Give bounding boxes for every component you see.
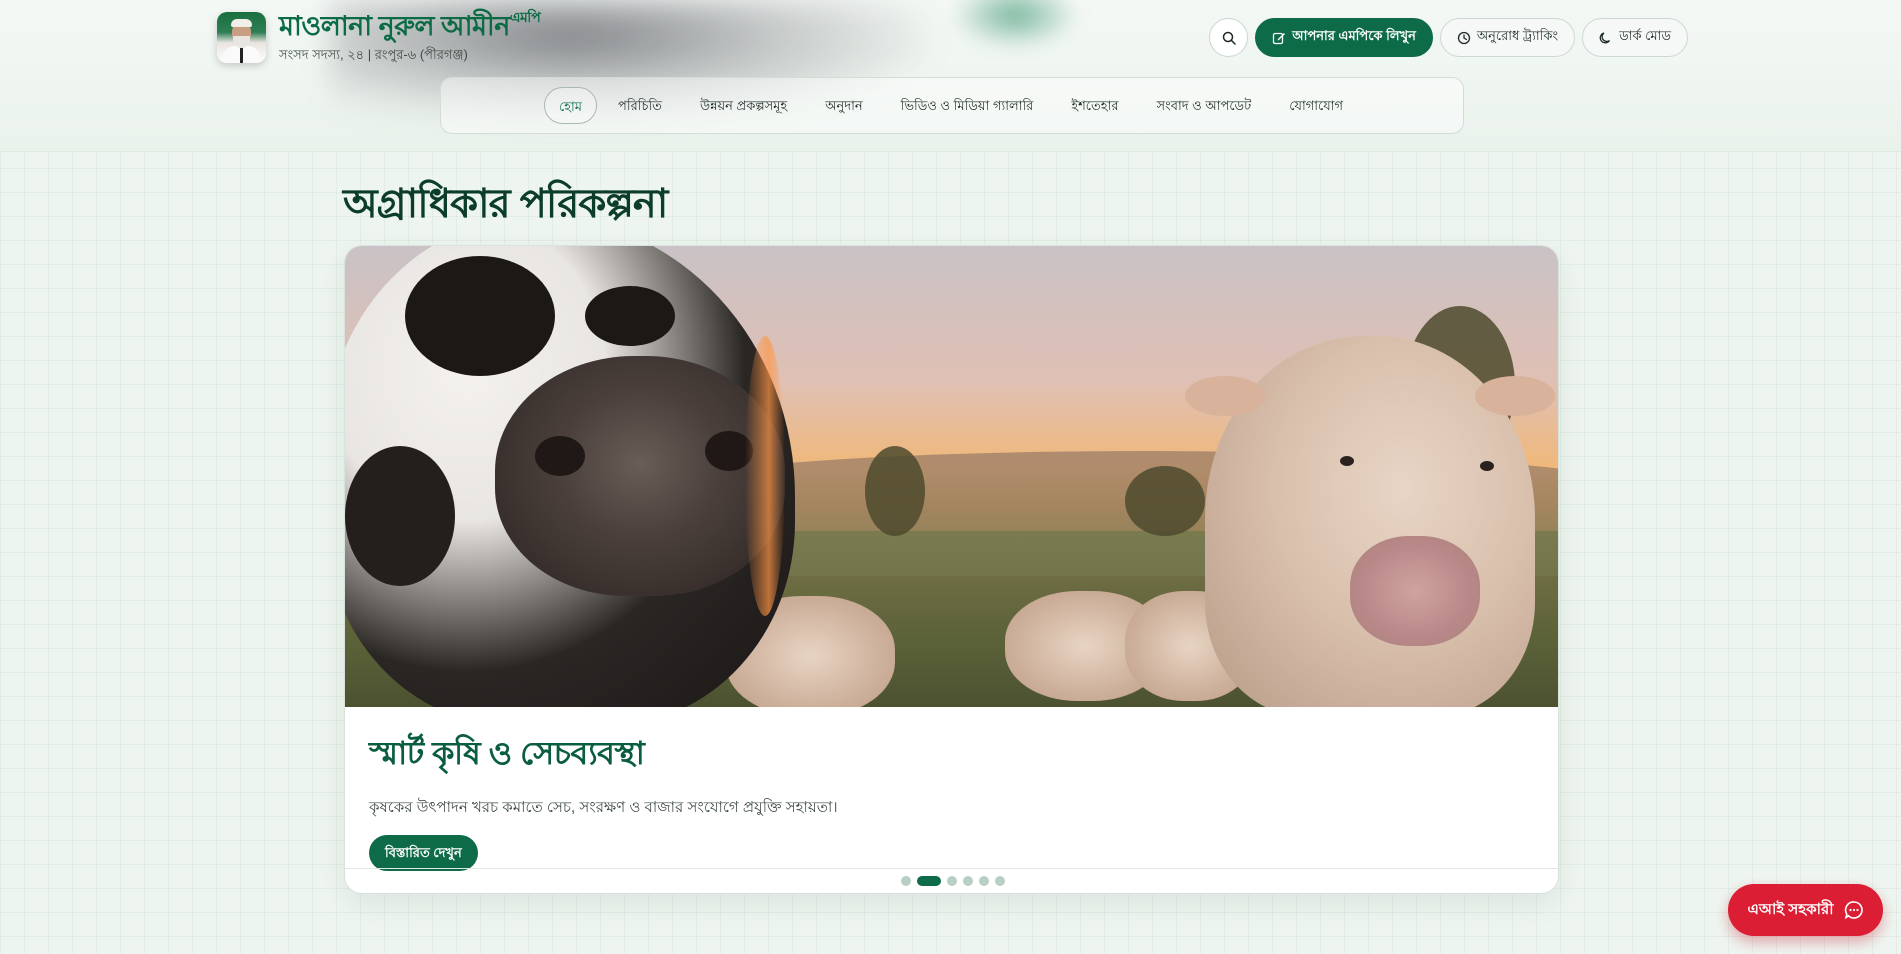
carousel-dot-active[interactable] — [916, 876, 941, 886]
slide-description: কৃষকের উৎপাদন খরচ কমাতে সেচ, সংরক্ষণ ও ব… — [369, 799, 838, 816]
carousel-dot[interactable] — [946, 876, 957, 886]
nav-item-gallery[interactable]: ভিডিও ও মিডিয়া গ্যালারি — [884, 87, 1051, 124]
request-tracking-label: অনুরোধ ট্র্যাকিং — [1476, 28, 1559, 43]
moon-icon — [1599, 31, 1611, 43]
view-details-button[interactable]: বিস্তারিত দেখুন — [369, 835, 478, 871]
write-to-mp-label: আপনার এমপিকে লিখুন — [1292, 28, 1416, 43]
ai-assistant-button[interactable]: এআই সহকারী — [1728, 884, 1883, 936]
slide-content: স্মার্ট কৃষি ও সেচব্যবস্থা কৃষকের উৎপাদন… — [369, 728, 838, 871]
carousel-dots — [345, 876, 1558, 886]
carousel-dot[interactable] — [994, 876, 1005, 886]
carousel-dot[interactable] — [900, 876, 911, 886]
nav-item-manifesto[interactable]: ইশতেহার — [1054, 87, 1135, 124]
dark-mode-label: ডার্ক মোড — [1619, 28, 1671, 43]
brand[interactable]: মাওলানা নুরুল আমীনএমপি সংসদ সদস্য, ২৪ | … — [217, 9, 541, 67]
carousel-dot[interactable] — [978, 876, 989, 886]
brand-name: মাওলানা নুরুল আমীনএমপি — [279, 9, 541, 41]
nav-item-news[interactable]: সংবাদ ও আপডেট — [1140, 87, 1269, 124]
nav-item-contact[interactable]: যোগাযোগ — [1272, 87, 1360, 124]
site-header: মাওলানা নুরুল আমীনএমপি সংসদ সদস্য, ২৪ | … — [0, 0, 1901, 152]
header-actions: আপনার এমপিকে লিখুন অনুরোধ ট্র্যাকিং ডার্… — [1209, 18, 1688, 57]
search-icon — [1222, 31, 1236, 45]
section-title: অগ্রাধিকার পরিকল্পনা — [343, 182, 668, 226]
priority-carousel: স্মার্ট কৃষি ও সেচব্যবস্থা কৃষকের উৎপাদন… — [344, 245, 1559, 894]
write-to-mp-button[interactable]: আপনার এমপিকে লিখুন — [1255, 18, 1433, 57]
dark-mode-toggle[interactable]: ডার্ক মোড — [1582, 18, 1688, 57]
brand-name-suffix: এমপি — [509, 9, 541, 25]
brand-text: মাওলানা নুরুল আমীনএমপি সংসদ সদস্য, ২৪ | … — [279, 9, 541, 67]
ai-assistant-label: এআই সহকারী — [1747, 900, 1834, 918]
edit-icon — [1273, 32, 1286, 44]
card-divider — [345, 868, 1558, 869]
nav-item-home[interactable]: হোম — [543, 87, 598, 124]
request-tracking-button[interactable]: অনুরোধ ট্র্যাকিং — [1439, 18, 1576, 57]
nav-item-grants[interactable]: অনুদান — [808, 87, 879, 124]
slide-image — [345, 246, 1558, 707]
carousel-dot[interactable] — [962, 876, 973, 886]
clock-icon — [1457, 31, 1471, 44]
main-nav: হোম পরিচিতি উন্নয়ন প্রকল্পসমূহ অনুদান ভ… — [440, 77, 1464, 134]
chat-icon — [1844, 901, 1863, 920]
header-background-blur-green — [950, 0, 1080, 50]
avatar — [217, 12, 266, 63]
nav-item-projects[interactable]: উন্নয়ন প্রকল্পসমূহ — [683, 87, 804, 124]
search-button[interactable] — [1209, 18, 1249, 57]
brand-subtitle: সংসদ সদস্য, ২৪ | রংপুর-৬ (পীরগঞ্জ) — [279, 46, 468, 62]
slide-title: স্মার্ট কৃষি ও সেচব্যবস্থা — [369, 735, 645, 771]
nav-item-about[interactable]: পরিচিতি — [601, 87, 679, 124]
